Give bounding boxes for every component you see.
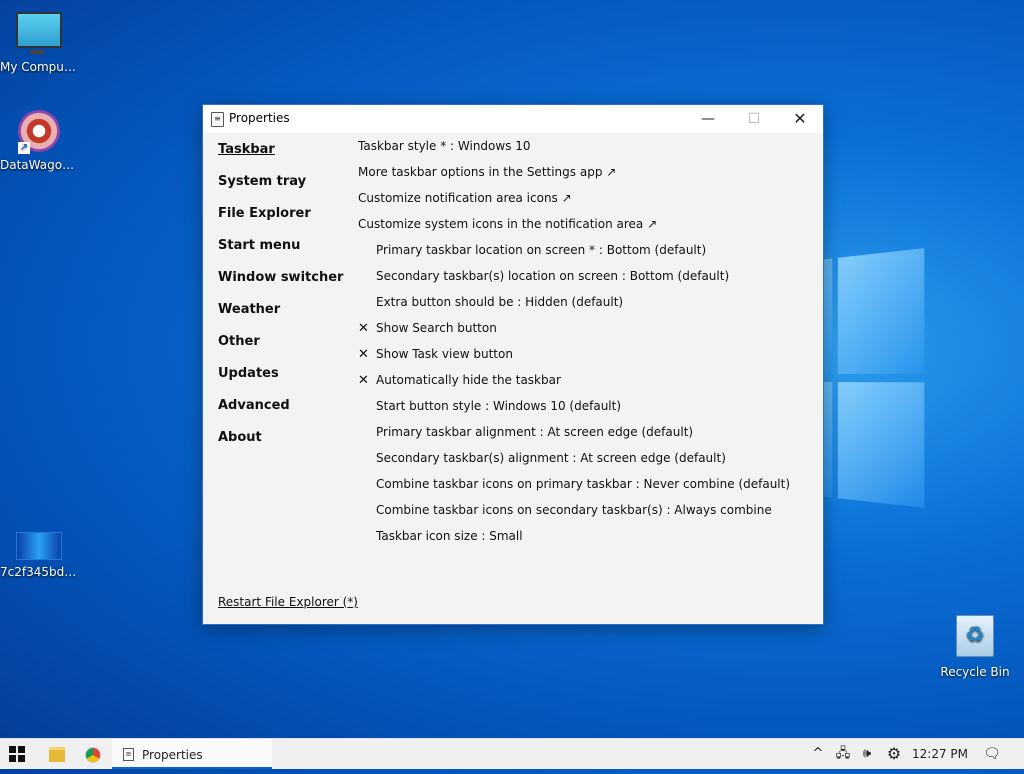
setting-label: Primary taskbar alignment : At screen ed… — [376, 425, 694, 439]
desktop-icon-datawagon[interactable]: ↗ DataWagon... — [0, 110, 78, 172]
setting-label: Automatically hide the taskbar — [376, 373, 561, 387]
nav-item-file-explorer[interactable]: File Explorer — [218, 205, 343, 237]
setting-row[interactable]: Primary taskbar alignment : At screen ed… — [358, 424, 790, 450]
setting-label: Customize system icons in the notificati… — [358, 217, 658, 231]
desktop-icon-label: DataWagon... — [0, 158, 78, 172]
checkmark-icon: ✕ — [358, 373, 369, 388]
setting-label: Taskbar icon size : Small — [376, 529, 523, 543]
setting-label: Primary taskbar location on screen * : B… — [376, 243, 707, 257]
setting-row[interactable]: Combine taskbar icons on secondary taskb… — [358, 502, 790, 528]
nav-item-advanced[interactable]: Advanced — [218, 397, 343, 429]
start-button[interactable] — [0, 739, 34, 769]
setting-row[interactable]: Combine taskbar icons on primary taskbar… — [358, 476, 790, 502]
setting-row[interactable]: Secondary taskbar(s) location on screen … — [358, 268, 790, 294]
title-bar[interactable]: ≡ Properties — ☐ ✕ — [203, 105, 823, 133]
show-hidden-icons-chevron-icon[interactable]: ^ — [808, 739, 828, 769]
nav-item-weather[interactable]: Weather — [218, 301, 343, 333]
clock[interactable]: 12:27 PM — [908, 739, 972, 769]
nav-item-taskbar[interactable]: Taskbar — [218, 141, 343, 173]
desktop-icon-label: My Computer — [0, 60, 78, 74]
recycle-bin-icon: ♻ — [956, 615, 994, 657]
desktop-icon-video[interactable]: 7c2f345bdfc... — [0, 532, 78, 579]
minimize-button[interactable]: — — [685, 105, 731, 133]
setting-row[interactable]: Extra button should be : Hidden (default… — [358, 294, 790, 320]
datawagon-icon: ↗ — [18, 110, 60, 154]
notifications-icon[interactable]: 🗨 — [976, 739, 1008, 769]
maximize-button[interactable]: ☐ — [731, 105, 777, 133]
setting-row[interactable]: Secondary taskbar(s) alignment : At scre… — [358, 450, 790, 476]
checkmark-icon: ✕ — [358, 321, 369, 336]
taskbar-button-label: Properties — [142, 747, 203, 762]
setting-label: Show Task view button — [376, 347, 513, 361]
nav-item-system-tray[interactable]: System tray — [218, 173, 343, 205]
setting-row[interactable]: Taskbar style * : Windows 10 — [358, 138, 790, 164]
setting-row[interactable]: Customize notification area icons ↗ — [358, 190, 790, 216]
close-button[interactable]: ✕ — [777, 105, 823, 133]
settings-list: Taskbar style * : Windows 10 More taskbar… — [358, 138, 790, 554]
setting-row[interactable]: ✕ Automatically hide the taskbar — [358, 372, 790, 398]
setting-label: Secondary taskbar(s) alignment : At scre… — [376, 451, 726, 465]
file-explorer-taskbar-button[interactable] — [40, 739, 74, 769]
setting-row[interactable]: ✕ Show Search button — [358, 320, 790, 346]
properties-taskbar-button[interactable]: ≡ Properties — [112, 739, 272, 769]
setting-label: Extra button should be : Hidden (default… — [376, 295, 624, 309]
network-icon[interactable]: 🖧 — [832, 739, 854, 769]
setting-label: More taskbar options in the Settings app… — [358, 165, 617, 179]
setting-row[interactable]: ✕ Show Task view button — [358, 346, 790, 372]
desktop-icon-label: 7c2f345bdfc... — [0, 565, 78, 579]
setting-label: Customize notification area icons ↗ — [358, 191, 572, 205]
setting-label: Start button style : Windows 10 (default… — [376, 399, 622, 413]
monitor-icon — [16, 12, 62, 54]
setting-label: Combine taskbar icons on primary taskbar… — [376, 477, 791, 491]
nav-item-window-switcher[interactable]: Window switcher — [218, 269, 343, 301]
nav-item-start-menu[interactable]: Start menu — [218, 237, 343, 269]
taskbar: ≡ Properties ^ 🖧 🕪 ⚙ 12:27 PM 🗨 — [0, 738, 1024, 769]
nav-item-updates[interactable]: Updates — [218, 365, 343, 397]
folder-icon — [49, 747, 65, 762]
settings-gear-icon[interactable]: ⚙ — [882, 739, 906, 769]
setting-label: Show Search button — [376, 321, 497, 335]
setting-label: Taskbar style * : Windows 10 — [358, 139, 531, 153]
restart-file-explorer-link[interactable]: Restart File Explorer (*) — [218, 595, 358, 609]
properties-window: ≡ Properties — ☐ ✕ Taskbar System tray F… — [202, 104, 824, 625]
app-icon: ≡ — [211, 112, 224, 127]
setting-row[interactable]: More taskbar options in the Settings app… — [358, 164, 790, 190]
checkmark-icon: ✕ — [358, 347, 369, 362]
window-title: Properties — [229, 111, 290, 125]
desktop-icon-label: Recycle Bin — [940, 665, 1010, 679]
desktop-icon-my-computer[interactable]: My Computer — [0, 12, 78, 74]
setting-row[interactable]: Taskbar icon size : Small — [358, 528, 790, 554]
chrome-icon — [85, 747, 101, 763]
setting-row[interactable]: Primary taskbar location on screen * : B… — [358, 242, 790, 268]
video-file-icon — [16, 532, 62, 560]
app-icon: ≡ — [123, 748, 134, 761]
shortcut-arrow-icon: ↗ — [18, 142, 30, 154]
nav-item-about[interactable]: About — [218, 429, 343, 461]
setting-row[interactable]: Start button style : Windows 10 (default… — [358, 398, 790, 424]
setting-label: Secondary taskbar(s) location on screen … — [376, 269, 730, 283]
chrome-taskbar-button[interactable] — [76, 739, 110, 769]
setting-row[interactable]: Customize system icons in the notificati… — [358, 216, 790, 242]
desktop-icon-recycle-bin[interactable]: ♻ Recycle Bin — [936, 615, 1014, 679]
settings-nav: Taskbar System tray File Explorer Start … — [218, 141, 343, 461]
windows-logo-icon — [9, 746, 25, 762]
nav-item-other[interactable]: Other — [218, 333, 343, 365]
volume-icon[interactable]: 🕪 — [856, 739, 878, 769]
setting-label: Combine taskbar icons on secondary taskb… — [376, 503, 772, 517]
